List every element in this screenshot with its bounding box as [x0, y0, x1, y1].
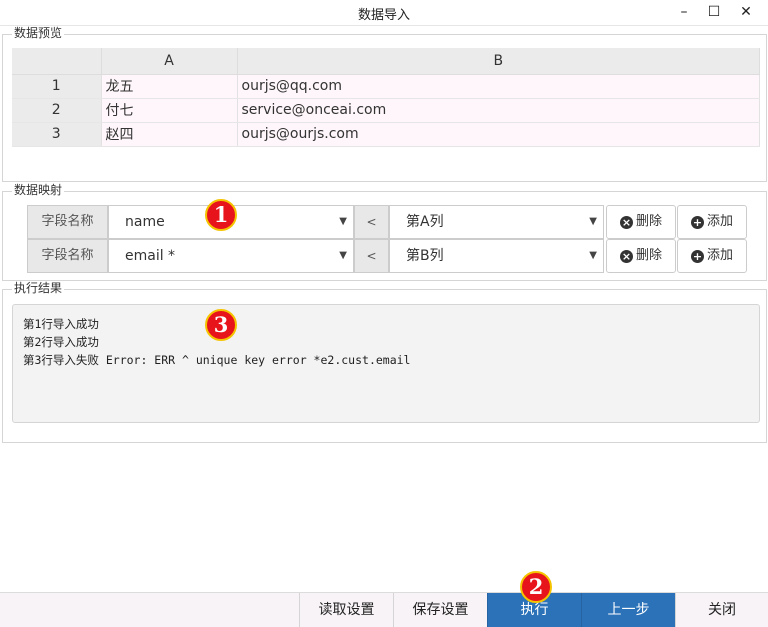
cell-b: ourjs@ourjs.com: [237, 122, 760, 147]
title-bar: 数据导入 – ☐ ✕: [0, 0, 768, 26]
field-select[interactable]: email * ▼: [108, 239, 354, 273]
table-row[interactable]: 1 龙五 ourjs@qq.com: [12, 74, 760, 99]
maximize-icon[interactable]: ☐: [703, 2, 725, 22]
field-select-value: email *: [125, 248, 176, 264]
cell-b: service@onceai.com: [237, 98, 760, 123]
execution-result-group: 执行结果 第1行导入成功 第2行导入成功 第3行导入失败 Error: ERR …: [2, 281, 767, 443]
row-number: 3: [12, 122, 102, 147]
step-marker-2: 2: [520, 571, 552, 603]
header-column-b: B: [237, 48, 760, 75]
dropdown-arrow-icon: ▼: [589, 250, 597, 261]
row-number: 1: [12, 74, 102, 99]
add-button-label: 添加: [706, 214, 733, 229]
save-settings-button[interactable]: 保存设置: [393, 593, 487, 627]
minus-circle-icon: ×: [619, 216, 633, 229]
window-title: 数据导入: [357, 8, 410, 23]
header-column-a: A: [101, 48, 238, 75]
previous-step-button[interactable]: 上一步: [581, 593, 675, 627]
minimize-icon[interactable]: –: [673, 2, 695, 22]
column-select[interactable]: 第B列 ▼: [389, 239, 604, 273]
step-marker-1: 1: [205, 199, 237, 231]
field-name-label: 字段名称: [27, 239, 108, 273]
table-row[interactable]: 2 付七 service@onceai.com: [12, 98, 760, 123]
column-select-value: 第A列: [406, 214, 444, 230]
column-select-value: 第B列: [406, 248, 444, 264]
header-rownum: [12, 48, 102, 75]
plus-circle-icon: +: [690, 250, 704, 263]
cell-a: 付七: [101, 98, 238, 123]
add-button[interactable]: + 添加: [677, 205, 747, 239]
log-line: 第2行导入成功: [23, 335, 99, 349]
plus-circle-icon: +: [690, 216, 704, 229]
dropdown-arrow-icon: ▼: [339, 216, 347, 227]
table-header-row: A B: [12, 48, 760, 75]
cell-b: ourjs@qq.com: [237, 74, 760, 99]
row-number: 2: [12, 98, 102, 123]
result-log[interactable]: 第1行导入成功 第2行导入成功 第3行导入失败 Error: ERR ^ uni…: [12, 304, 760, 423]
field-select-value: name: [125, 214, 165, 230]
data-mapping-legend: 数据映射: [12, 183, 65, 197]
column-select[interactable]: 第A列 ▼: [389, 205, 604, 239]
log-line: 第3行导入失败 Error: ERR ^ unique key error *e…: [23, 353, 411, 367]
mapping-operator: <: [354, 205, 389, 239]
footer-toolbar: 读取设置 保存设置 执行 上一步 关闭: [0, 592, 768, 627]
execution-result-legend: 执行结果: [12, 281, 65, 295]
table-row[interactable]: 3 赵四 ourjs@ourjs.com: [12, 122, 760, 147]
data-mapping-group: 数据映射 字段名称 name ▼ < 第A列 ▼ × 删除 + 添加 字段名称 em…: [2, 183, 767, 281]
read-settings-button[interactable]: 读取设置: [299, 593, 393, 627]
close-icon[interactable]: ✕: [735, 2, 757, 22]
add-button-label: 添加: [706, 248, 733, 263]
preview-table: A B 1 龙五 ourjs@qq.com 2 付七 service@oncea…: [12, 48, 760, 147]
log-line: 第1行导入成功: [23, 317, 99, 331]
delete-button-label: 删除: [635, 248, 662, 263]
delete-button-label: 删除: [635, 214, 662, 229]
minus-circle-icon: ×: [619, 250, 633, 263]
cell-a: 龙五: [101, 74, 238, 99]
delete-button[interactable]: × 删除: [606, 239, 676, 273]
close-button[interactable]: 关闭: [675, 593, 768, 627]
add-button[interactable]: + 添加: [677, 239, 747, 273]
step-marker-3: 3: [205, 309, 237, 341]
mapping-operator: <: [354, 239, 389, 273]
cell-a: 赵四: [101, 122, 238, 147]
dropdown-arrow-icon: ▼: [339, 250, 347, 261]
data-preview-legend: 数据预览: [12, 26, 65, 40]
data-preview-group: 数据预览 A B 1 龙五 ourjs@qq.com 2 付七 service@…: [2, 26, 767, 182]
delete-button[interactable]: × 删除: [606, 205, 676, 239]
field-name-label: 字段名称: [27, 205, 108, 239]
dropdown-arrow-icon: ▼: [589, 216, 597, 227]
